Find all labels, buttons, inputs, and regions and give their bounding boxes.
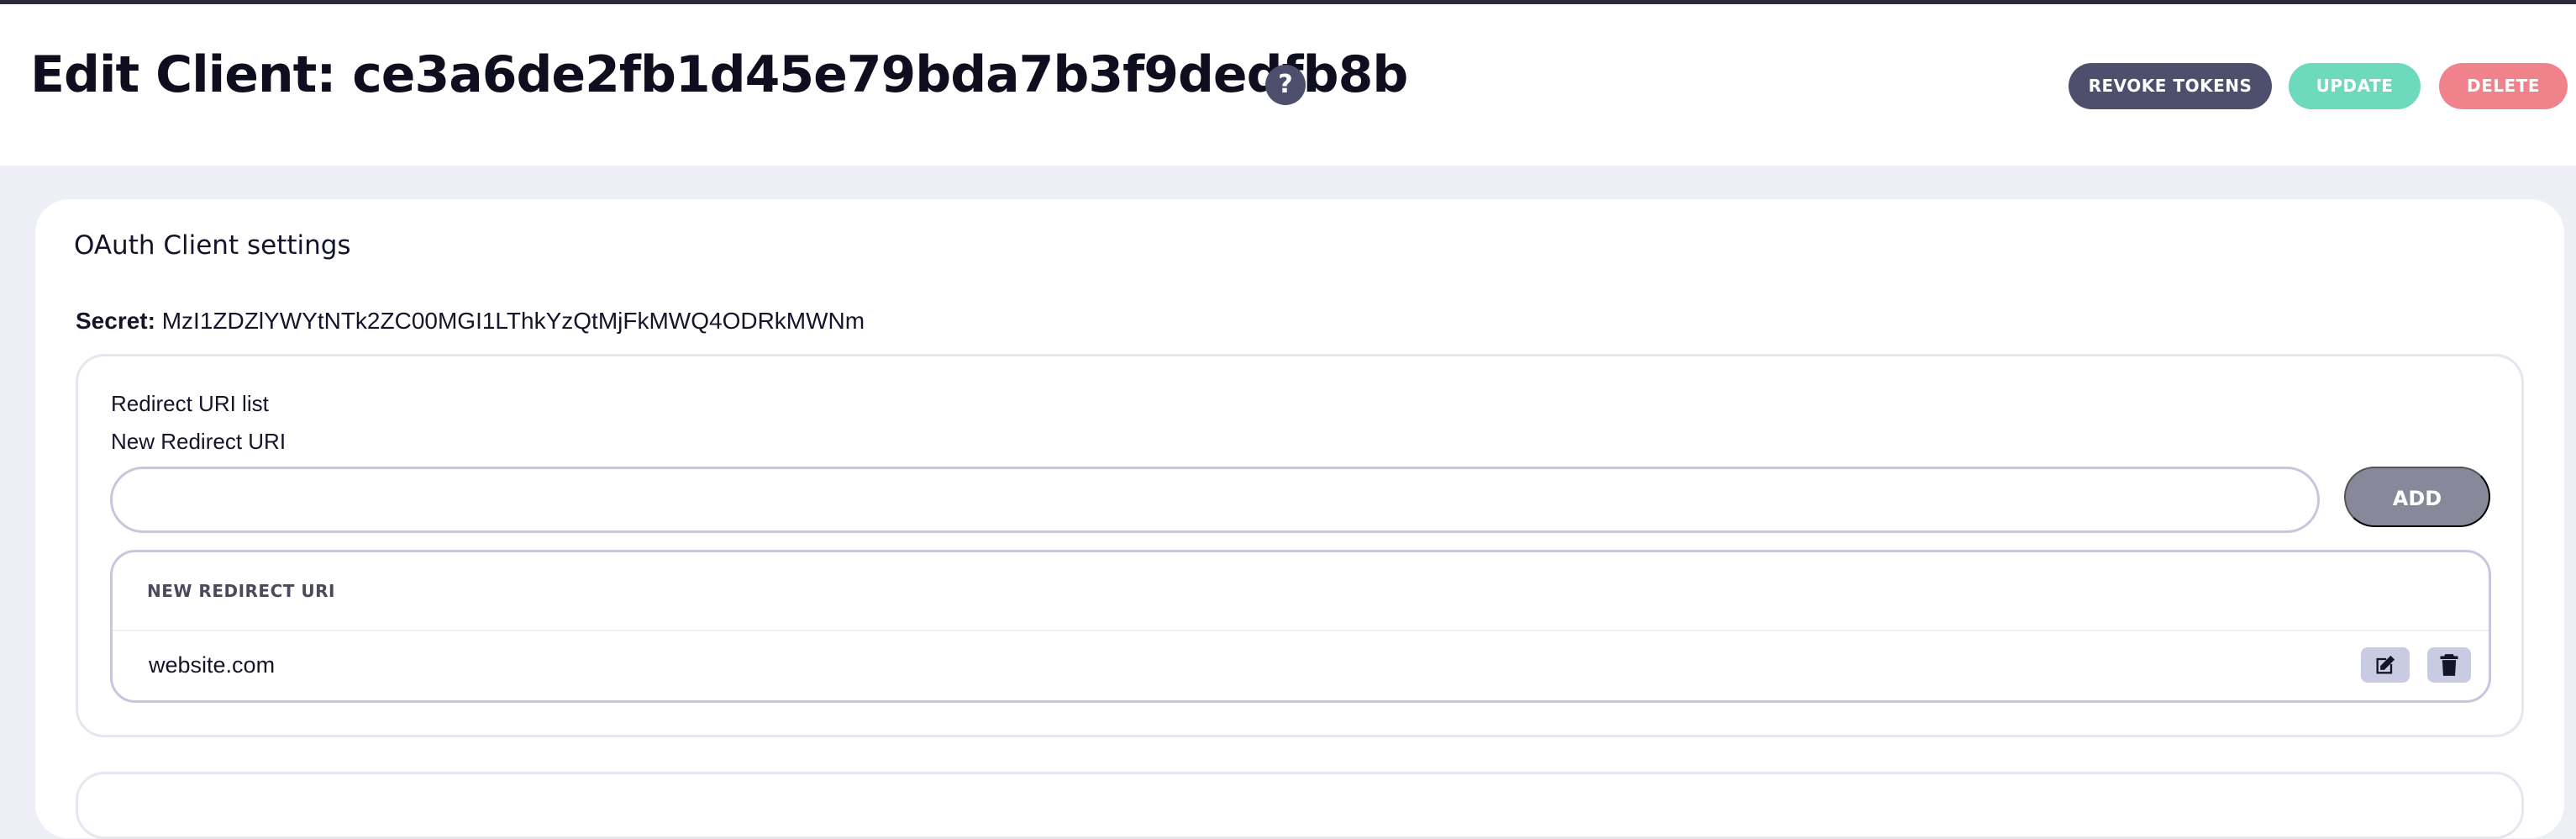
redirect-uri-table: NEW REDIRECT URI website.com (110, 550, 2491, 703)
next-section-card (76, 772, 2524, 839)
table-divider (113, 630, 2489, 631)
edit-icon (2376, 655, 2395, 674)
edit-row-button[interactable] (2361, 647, 2410, 683)
add-button[interactable]: ADD (2344, 467, 2490, 527)
secret-label: Secret: (76, 308, 155, 334)
revoke-tokens-button[interactable]: REVOKE TOKENS (2069, 63, 2272, 109)
secret-value: MzI1ZDZlYWYtNTk2ZC00MGI1LThkYzQtMjFkMWQ4… (161, 308, 865, 334)
card-title: OAuth Client settings (74, 230, 351, 261)
table-row-uri: website.com (149, 652, 276, 678)
secret-line: Secret: MzI1ZDZlYWYtNTk2ZC00MGI1LThkYzQt… (76, 308, 865, 335)
help-icon[interactable]: ? (1265, 65, 1306, 105)
delete-row-button[interactable] (2427, 647, 2471, 683)
delete-button[interactable]: DELETE (2439, 63, 2568, 109)
redirect-uri-input[interactable] (110, 467, 2320, 533)
table-header-new-redirect-uri: NEW REDIRECT URI (147, 581, 335, 601)
new-redirect-uri-label: New Redirect URI (111, 429, 287, 454)
trash-icon (2440, 654, 2458, 676)
page-title: Edit Client: ce3a6de2fb1d45e79bda7b3f9de… (30, 45, 1408, 104)
update-button[interactable]: UPDATE (2289, 63, 2421, 109)
redirect-uri-list-label: Redirect URI list (111, 391, 269, 416)
